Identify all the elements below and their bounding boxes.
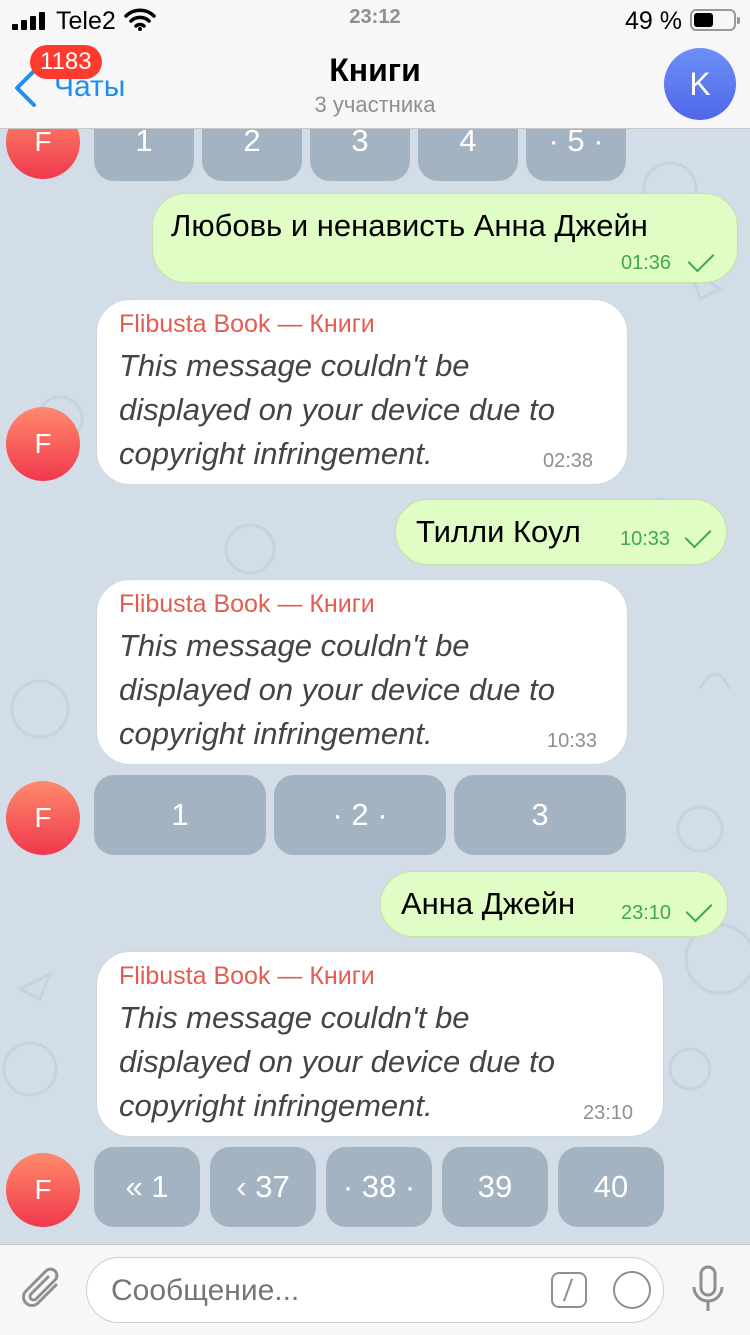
message-line: copyright infringement. <box>119 1088 433 1123</box>
message-input-container[interactable] <box>86 1257 664 1323</box>
page-button-current[interactable]: · 2 · <box>274 775 446 855</box>
read-check-icon <box>684 521 712 549</box>
message-line: displayed on your device due to <box>119 392 556 427</box>
input-bar <box>0 1244 750 1335</box>
page-button[interactable]: 1 <box>94 775 266 855</box>
sender-name: Flibusta Book — Книги <box>119 962 375 990</box>
page-button[interactable]: 39 <box>442 1147 548 1227</box>
read-check-icon <box>687 245 715 273</box>
bot-command-icon[interactable] <box>551 1272 587 1308</box>
message-time: 02:38 <box>543 450 594 472</box>
message-line: This message couldn't be <box>119 1000 470 1035</box>
chat-title[interactable]: Книги <box>0 52 750 89</box>
outgoing-message[interactable]: Любовь и ненависть Анна Джейн 01:36 <box>152 193 738 283</box>
page-button-current[interactable]: · 38 · <box>326 1147 432 1227</box>
message-line: displayed on your device due to <box>119 1044 556 1079</box>
message-line: copyright infringement. <box>119 716 433 751</box>
paperclip-icon[interactable] <box>20 1265 66 1315</box>
nav-bar: Чаты 1183 Книги 3 участника K <box>0 40 750 129</box>
page-button[interactable]: 40 <box>558 1147 664 1227</box>
page-button[interactable]: 3 <box>310 129 410 181</box>
page-button[interactable]: 2 <box>202 129 302 181</box>
chat-avatar[interactable]: K <box>664 48 736 120</box>
message-time: 23:10 <box>621 902 672 924</box>
sticker-icon[interactable] <box>613 1271 651 1309</box>
incoming-message[interactable]: Flibusta Book — Книги This message could… <box>96 579 628 765</box>
page-button-first[interactable]: « 1 <box>94 1147 200 1227</box>
sender-name: Flibusta Book — Книги <box>119 590 375 618</box>
message-line: This message couldn't be <box>119 348 470 383</box>
battery-percent: 49 % <box>625 7 682 35</box>
page-button-prev[interactable]: ‹ 37 <box>210 1147 316 1227</box>
battery-icon <box>690 9 740 31</box>
message-text: Любовь и ненависть Анна Джейн <box>171 208 648 243</box>
message-input[interactable] <box>109 1266 533 1316</box>
status-bar: Tele2 23:12 49 % <box>0 0 750 40</box>
message-line: displayed on your device due to <box>119 672 556 707</box>
bot-avatar[interactable]: F <box>6 781 80 855</box>
message-text: Анна Джейн <box>401 886 576 921</box>
read-check-icon <box>685 895 713 923</box>
incoming-message[interactable]: Flibusta Book — Книги This message could… <box>96 951 664 1137</box>
message-line: This message couldn't be <box>119 628 470 663</box>
page-button[interactable]: 4 <box>418 129 518 181</box>
chat-area[interactable]: F 1 2 3 4 · 5 · Любовь и ненависть Анна … <box>0 129 750 1244</box>
message-time: 23:10 <box>583 1102 634 1124</box>
incoming-message[interactable]: Flibusta Book — Книги This message could… <box>96 299 628 485</box>
page-button[interactable]: 3 <box>454 775 626 855</box>
message-time: 10:33 <box>547 730 598 752</box>
page-button-current[interactable]: · 5 · <box>526 129 626 181</box>
microphone-icon[interactable] <box>690 1265 726 1315</box>
outgoing-message[interactable]: Тилли Коул 10:33 <box>395 499 727 565</box>
page-button[interactable]: 1 <box>94 129 194 181</box>
outgoing-message[interactable]: Анна Джейн 23:10 <box>380 871 728 937</box>
message-text: Тилли Коул <box>416 514 581 549</box>
chat-subtitle: 3 участника <box>314 92 436 117</box>
bot-avatar[interactable]: F <box>6 407 80 481</box>
sender-name: Flibusta Book — Книги <box>119 310 375 338</box>
message-time: 01:36 <box>621 252 672 274</box>
bot-avatar[interactable]: F <box>6 1153 80 1227</box>
message-line: copyright infringement. <box>119 436 433 471</box>
message-time: 10:33 <box>620 528 671 550</box>
